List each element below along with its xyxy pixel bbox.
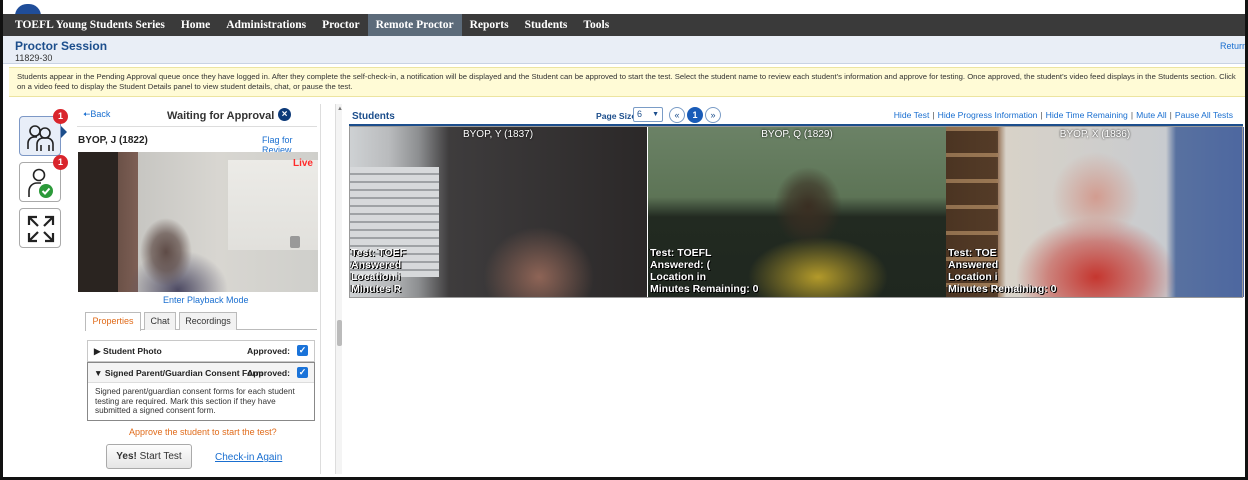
- students-title: Students: [352, 111, 395, 122]
- collapse-arrow-icon: ▼: [94, 368, 103, 378]
- approved-label: Approved:: [247, 368, 290, 378]
- page-title: Proctor Session: [15, 39, 108, 53]
- pending-approval-button[interactable]: 1: [19, 109, 68, 156]
- video-background: [228, 160, 318, 250]
- feed-student-name: BYOP, Y (1837): [462, 129, 534, 140]
- splitter-grip[interactable]: [337, 320, 342, 346]
- feed-info: Test: TOE Answered Location i Minutes Re…: [948, 247, 1057, 295]
- student-photo-section: ▶ Student Photo Approved: ✓: [87, 340, 315, 362]
- mute-all-link[interactable]: Mute All: [1136, 110, 1167, 120]
- student-video-feed[interactable]: Live: [78, 152, 318, 292]
- panel-splitter[interactable]: ▲: [335, 104, 343, 474]
- session-id: 11829-30: [15, 53, 53, 63]
- consent-approved-checkbox[interactable]: ✓: [297, 367, 308, 378]
- check-in-again-link[interactable]: Check-in Again: [215, 452, 282, 463]
- approved-label: Approved:: [247, 346, 290, 356]
- hide-time-link[interactable]: Hide Time Remaining: [1046, 110, 1128, 120]
- feed-info: Test: TOEFL Answered: ( Location in Minu…: [650, 247, 759, 295]
- pending-count-badge: 1: [53, 109, 68, 124]
- video-background-detail: [290, 236, 300, 248]
- instructions-notice: Students appear in the Pending Approval …: [9, 67, 1245, 97]
- student-feed[interactable]: BYOP, Y (1837) Test: TOEF Answered Locat…: [349, 127, 647, 297]
- group-icon: [27, 125, 54, 151]
- students-header: Students Page Size: 6 ▼ « 1 » Hide Test | H…: [349, 104, 1243, 126]
- feed-student-name: BYOP, Q (1829): [761, 129, 833, 140]
- expand-arrow-icon: ▶: [94, 346, 101, 356]
- user-approved-icon: [28, 168, 53, 198]
- active-indicator: [61, 126, 67, 138]
- nav-administrations[interactable]: Administrations: [218, 14, 314, 36]
- tab-properties[interactable]: Properties: [85, 312, 141, 331]
- start-test-button[interactable]: Yes! Start Test: [106, 444, 192, 469]
- nav-remote-proctor[interactable]: Remote Proctor: [367, 14, 462, 36]
- hide-progress-link[interactable]: Hide Progress Information: [938, 110, 1038, 120]
- approved-students-button[interactable]: 1: [19, 155, 68, 202]
- feed-info: Test: TOEF Answered Location i Minutes R: [351, 247, 407, 295]
- student-feed[interactable]: BYOP, X (1836) Test: TOE Answered Locati…: [946, 127, 1244, 297]
- back-link[interactable]: 🠄Back: [83, 107, 110, 123]
- approval-panel: 🠄Back Waiting for Approval × BYOP, J (18…: [71, 104, 321, 474]
- chevron-down-icon: ▼: [652, 111, 659, 118]
- page-size-select[interactable]: 6 ▼: [633, 107, 663, 122]
- playback-mode-link[interactable]: Enter Playback Mode: [163, 295, 249, 305]
- panel-tabs: Properties Chat Recordings: [85, 312, 317, 331]
- feed-student-name: BYOP, X (1836): [1059, 129, 1131, 140]
- collapse-up-icon[interactable]: ▲: [337, 106, 343, 112]
- photo-approved-checkbox[interactable]: ✓: [297, 345, 308, 356]
- pause-all-link[interactable]: Pause All Tests: [1175, 110, 1233, 120]
- expand-icon: [27, 215, 55, 243]
- feed-actions: Hide Test | Hide Progress Information | Hide…: [893, 110, 1233, 120]
- first-page-button[interactable]: «: [669, 107, 685, 123]
- nav-home[interactable]: Home: [173, 14, 218, 36]
- student-photo-header[interactable]: ▶ Student Photo Approved: ✓: [88, 341, 314, 361]
- approved-count-badge: 1: [53, 155, 68, 170]
- expand-button[interactable]: [19, 208, 61, 248]
- consent-form-header[interactable]: ▼ Signed Parent/Guardian Consent Form Ap…: [88, 363, 314, 383]
- section-label: Signed Parent/Guardian Consent Form: [104, 368, 264, 378]
- brand-title[interactable]: TOEFL Young Students Series: [15, 14, 173, 36]
- live-indicator: Live: [292, 158, 313, 169]
- tab-chat[interactable]: Chat: [144, 312, 176, 330]
- panel-title: Waiting for Approval: [167, 110, 275, 122]
- divider: [77, 126, 317, 127]
- consent-description: Signed parent/guardian consent forms for…: [95, 387, 295, 415]
- nav-proctor[interactable]: Proctor: [314, 14, 367, 36]
- section-label: Student Photo: [103, 346, 162, 356]
- hide-test-link[interactable]: Hide Test: [894, 110, 930, 120]
- consent-form-section: ▼ Signed Parent/Guardian Consent Form Ap…: [87, 362, 315, 421]
- close-icon[interactable]: ×: [278, 108, 291, 121]
- student-feed[interactable]: BYOP, Q (1829) Test: TOEFL Answered: ( L…: [648, 127, 946, 297]
- last-page-button[interactable]: »: [705, 107, 721, 123]
- nav-students[interactable]: Students: [517, 14, 576, 36]
- nav-reports[interactable]: Reports: [462, 14, 517, 36]
- return-link[interactable]: Return: [1220, 41, 1245, 51]
- current-page-button[interactable]: 1: [687, 107, 703, 123]
- nav-tools[interactable]: Tools: [575, 14, 617, 36]
- top-nav: TOEFL Young Students Series Home Adminis…: [3, 14, 1245, 36]
- session-header: Proctor Session 11829-30 Return: [3, 36, 1245, 64]
- approve-question: Approve the student to start the test?: [129, 427, 277, 437]
- app-frame: TOEFL Young Students Series Home Adminis…: [0, 0, 1248, 480]
- tab-recordings[interactable]: Recordings: [179, 312, 237, 330]
- student-name: BYOP, J (1822): [78, 135, 148, 146]
